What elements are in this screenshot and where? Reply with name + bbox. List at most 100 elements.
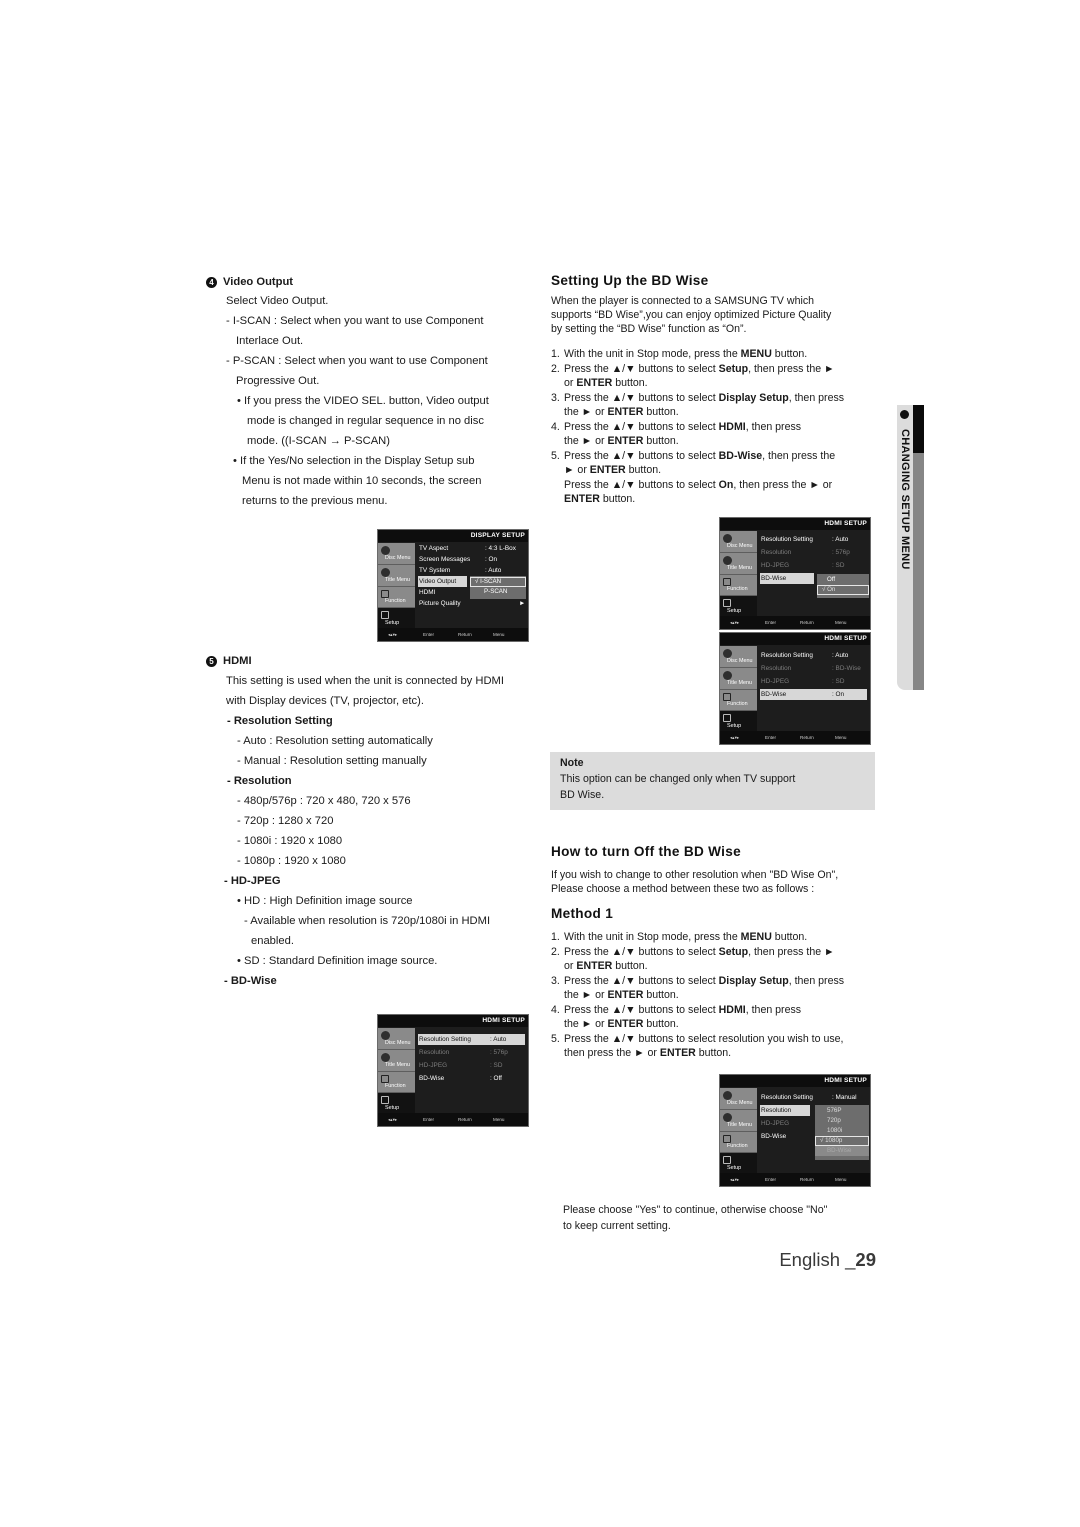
hdjpeg-item: • HD : High Definition image source	[237, 895, 413, 907]
osd-row-selected: Resolution	[760, 1105, 810, 1116]
osd-side-function: Function	[720, 574, 757, 597]
hdmi-intro-line: with Display devices (TV, projector, etc…	[226, 695, 424, 707]
step-text-line: Press the ▲/▼ buttons to select Setup, t…	[564, 945, 835, 958]
step-number-badge: 4	[206, 277, 217, 288]
resolution-setting-heading: - Resolution Setting	[227, 715, 333, 727]
osd-footer: ◂▴▾▸ Enter Return Menu	[720, 616, 870, 629]
resolution-popup: 576P 720p 1080i √ 1080p BD-Wise	[815, 1105, 869, 1160]
setup-icon	[381, 1096, 389, 1105]
hdmi-title: HDMI	[223, 655, 252, 667]
osd-title: HDMI SETUP	[824, 520, 867, 527]
osd-side-function: Function	[720, 689, 757, 712]
osd-side-setup: Setup	[378, 1093, 415, 1115]
setup-bd-wise-title: Setting Up the BD Wise	[551, 273, 709, 288]
note-box: Note This option can be changed only whe…	[550, 752, 875, 810]
step-number-badge: 5	[206, 656, 217, 667]
function-icon	[723, 577, 731, 586]
video-output-line: mode. ((I-SCAN → P-SCAN)	[247, 435, 390, 447]
chapter-side-tab: CHANGING SETUP MENU	[897, 405, 926, 690]
step-item: 1. With the unit in Stop mode, press the …	[551, 930, 844, 945]
page-number: 29	[855, 1249, 876, 1270]
osd-side-disc-menu: Disc Menu	[378, 1028, 415, 1050]
osd-footer: ◂▴▾▸ Enter Return Menu	[378, 1113, 528, 1126]
osd-footer: ◂▴▾▸ Enter Return Menu	[720, 731, 870, 744]
step-text-line: the ► or ENTER button.	[564, 1018, 679, 1030]
step-text-line: Press the ▲/▼ buttons to select resoluti…	[564, 1032, 844, 1045]
resolution-setting-item: - Auto : Resolution setting automaticall…	[237, 735, 433, 747]
osd-row: Resolution: BD-Wise	[761, 665, 861, 672]
chapter-label: CHANGING SETUP MENU	[899, 429, 911, 570]
step-text-line: the ► or ENTER button.	[564, 435, 679, 447]
function-icon	[381, 1074, 389, 1083]
note-text-line: BD Wise.	[560, 789, 605, 801]
popup-option: 576P	[827, 1107, 842, 1114]
resolution-setting-item: - Manual : Resolution setting manually	[237, 755, 427, 767]
setup-icon	[723, 714, 731, 723]
osd-row: HD-JPEG: SD	[761, 562, 845, 569]
step-number: 3.	[551, 974, 560, 987]
osd-row-selected: Resolution Setting: Auto	[418, 1034, 525, 1045]
hdmi-intro-line: This setting is used when the unit is co…	[226, 675, 504, 687]
hdmi-setup-osd-bdwise-on: HDMI SETUP Disc Menu Title Menu Function…	[719, 632, 871, 745]
osd-side-setup: Setup	[378, 608, 415, 630]
osd-row: Resolution Setting: Auto	[761, 536, 849, 543]
osd-side-disc-menu: Disc Menu	[720, 531, 757, 553]
osd-title: DISPLAY SETUP	[470, 532, 525, 539]
osd-footer: ◂▴▾▸ Enter Return Menu	[378, 628, 528, 641]
osd-rows: Resolution Setting: Auto Resolution: 576…	[418, 1034, 525, 1084]
step-item: 3. Press the ▲/▼ buttons to select Displa…	[551, 391, 844, 420]
resolution-item: - 480p/576p : 720 x 480, 720 x 576	[237, 795, 411, 807]
osd-side-disc-menu: Disc Menu	[720, 1088, 757, 1110]
step-text-line: Press the ▲/▼ buttons to select On, then…	[564, 478, 833, 491]
osd-side-setup: Setup	[720, 711, 757, 733]
step-number: 5.	[551, 449, 560, 462]
title-icon	[723, 1112, 732, 1122]
video-output-line: mode is changed in regular sequence in n…	[247, 415, 484, 427]
hdjpeg-item: • SD : Standard Definition image source.	[237, 955, 438, 967]
setup-icon	[723, 599, 731, 608]
popup-option-selected: √ On	[817, 585, 869, 595]
step-text-line: the ► or ENTER button.	[564, 406, 679, 418]
function-icon	[723, 692, 731, 701]
osd-row: BD-Wise: Off	[419, 1075, 502, 1082]
video-output-popup: √ I-SCAN P-SCAN	[470, 576, 526, 599]
osd-footer: ◂▴▾▸ Enter Return Menu	[720, 1173, 870, 1186]
closing-line: Please choose "Yes" to continue, otherwi…	[563, 1204, 828, 1216]
osd-row: Resolution Setting: Auto	[761, 652, 849, 659]
resolution-item: - 1080i : 1920 x 1080	[237, 835, 343, 847]
step-number: 3.	[551, 391, 560, 404]
step-number: 1.	[551, 348, 560, 360]
footer-language: English _	[779, 1249, 856, 1270]
step-number: 1.	[551, 931, 560, 943]
title-icon	[381, 567, 390, 577]
off-intro-line: Please choose a method between these two…	[551, 883, 815, 895]
setup-icon	[381, 611, 389, 620]
osd-row: HD-JPEG: SD	[419, 1062, 503, 1069]
video-output-line: Progressive Out.	[236, 375, 320, 387]
setup-intro-line: supports “BD Wise”,you can enjoy optimiz…	[551, 309, 832, 321]
hdjpeg-heading: - HD-JPEG	[224, 875, 281, 887]
osd-side-title-menu: Title Menu	[720, 667, 757, 690]
popup-option: 1080i	[827, 1127, 843, 1134]
osd-row-selected: BD-Wise	[760, 573, 814, 584]
osd-title: HDMI SETUP	[824, 1077, 867, 1084]
step-item: 4. Press the ▲/▼ buttons to select HDMI, …	[551, 1003, 844, 1032]
step-item: 1. With the unit in Stop mode, press the …	[551, 347, 844, 362]
popup-option-selected: √ I-SCAN	[470, 577, 526, 587]
note-label: Note	[560, 757, 584, 769]
step-text-line: Press the ▲/▼ buttons to select Setup, t…	[564, 362, 835, 375]
video-output-line: - P-SCAN : Select when you want to use C…	[226, 355, 488, 367]
osd-sidebar: Disc Menu Title Menu Function Setup	[720, 646, 757, 733]
osd-sidebar: Disc Menu Title Menu Function Setup	[720, 531, 757, 618]
osd-side-title-menu: Title Menu	[720, 552, 757, 575]
video-output-line: - I-SCAN : Select when you want to use C…	[226, 315, 484, 327]
osd-row: Resolution: 576p	[761, 549, 850, 556]
title-icon	[381, 1052, 390, 1062]
video-output-heading: 4 Video Output	[206, 272, 293, 292]
osd-sidebar: Disc Menu Title Menu Function Setup	[720, 1088, 757, 1175]
turn-off-bd-wise-title: How to turn Off the BD Wise	[551, 844, 741, 859]
step-text-line: With the unit in Stop mode, press the ME…	[564, 931, 808, 943]
step-text-line: Press the ▲/▼ buttons to select Display …	[564, 974, 845, 987]
setup-steps-list: 1. With the unit in Stop mode, press the …	[551, 347, 844, 507]
bdwise-popup: Off √ On	[817, 574, 869, 598]
